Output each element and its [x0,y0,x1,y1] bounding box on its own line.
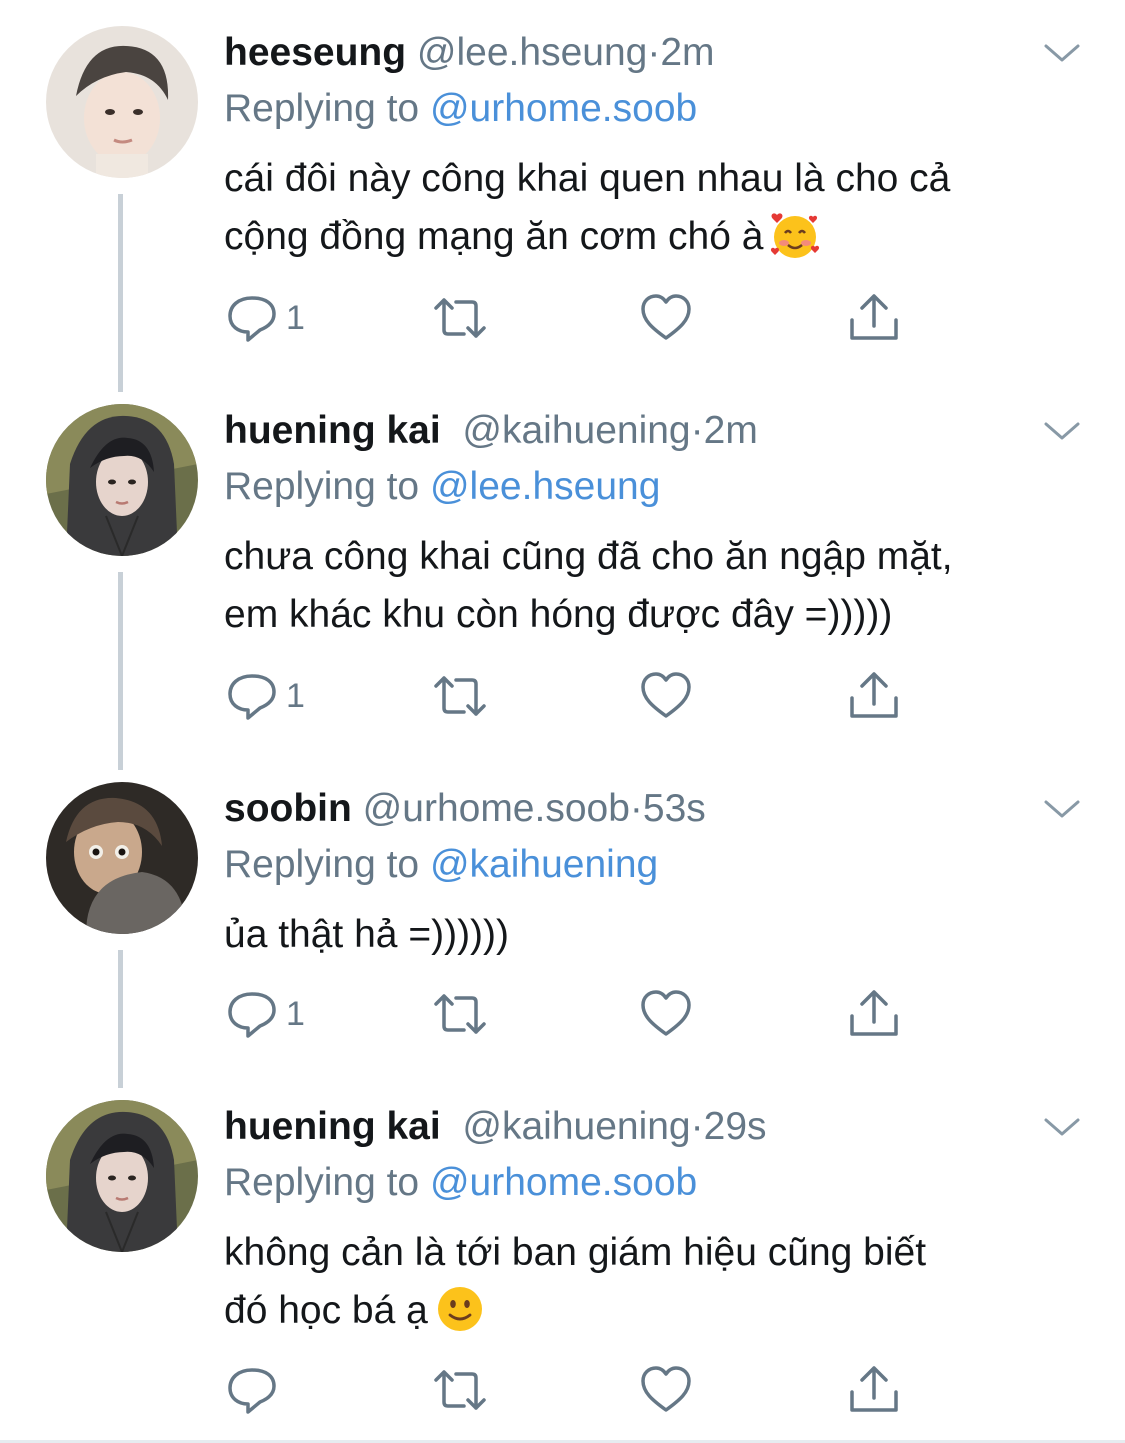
chevron-down-icon[interactable] [1042,420,1082,444]
replying-prefix: Replying to [224,1161,420,1204]
display-name[interactable]: huening kai [224,1105,441,1148]
chevron-down-icon[interactable] [1042,1116,1082,1140]
tweet-actions [224,1362,924,1422]
reply-button[interactable]: 1 [224,668,324,728]
retweet-icon [434,1370,486,1410]
tweet[interactable]: heeseung @lee.hseung·2m Replying to @urh… [0,26,1125,366]
avatar[interactable] [46,404,198,556]
tweet-text-line: cộng đồng mạng ăn cơm chó à [224,215,764,258]
heart-icon [641,1366,691,1412]
avatar[interactable] [46,782,198,934]
reply-count: 1 [286,299,305,337]
display-name[interactable]: soobin [224,787,352,830]
retweet-button[interactable] [430,986,490,1046]
tweet[interactable]: huening kai @kaihuening·29s Replying to … [0,1100,1125,1440]
separator-dot: · [647,31,661,74]
retweet-icon [434,298,486,338]
share-icon [850,294,898,340]
tweet[interactable]: huening kai @kaihuening·2m Replying to @… [0,404,1125,744]
tweet-header: huening kai @kaihuening·2m [224,408,758,454]
tweet-header: soobin @urhome.soob·53s [224,786,706,832]
replying-to: Replying to @kaihuening [224,842,658,888]
user-handle[interactable]: @kaihuening [462,409,690,452]
heart-icon [641,990,691,1036]
timestamp[interactable]: 2m [660,31,714,74]
reply-icon [228,674,276,720]
tweet-header: huening kai @kaihuening·29s [224,1104,767,1150]
retweet-button[interactable] [430,668,490,728]
like-button[interactable] [638,1362,698,1422]
tweet-text: ủa thật hả =)))))) [224,906,1104,964]
tweet-text-line: ủa thật hả =)))))) [224,913,510,956]
reply-icon [228,1368,276,1414]
tweet-text: cái đôi này công khai quen nhau là cho c… [224,150,1104,266]
separator-dot: · [690,409,704,452]
replying-prefix: Replying to [224,465,420,508]
retweet-button[interactable] [430,290,490,350]
tweet-actions: 1 [224,290,924,350]
tweet-actions: 1 [224,986,924,1046]
replying-to: Replying to @urhome.soob [224,86,697,132]
display-name[interactable]: huening kai [224,409,441,452]
timestamp[interactable]: 53s [643,787,706,830]
smiling-face-with-hearts-emoji [771,213,820,258]
avatar[interactable] [46,26,198,178]
user-handle[interactable]: @urhome.soob [363,787,630,830]
tweet-text-line-with-emoji: đó học bá ạ [224,1282,1104,1340]
timestamp[interactable]: 29s [704,1105,767,1148]
tweet-text: không cản là tới ban giám hiệu cũng biết… [224,1224,1104,1340]
tweet-header: heeseung @lee.hseung·2m [224,30,715,76]
reply-icon [228,992,276,1038]
replying-prefix: Replying to [224,87,420,130]
reply-button[interactable]: 1 [224,986,324,1046]
separator-dot: · [690,1105,704,1148]
chevron-down-icon[interactable] [1042,42,1082,66]
replying-prefix: Replying to [224,843,420,886]
reply-count: 1 [286,677,305,715]
share-button[interactable] [846,1362,906,1422]
replying-to-link[interactable]: @urhome.soob [430,87,697,130]
share-button[interactable] [846,986,906,1046]
replying-to: Replying to @lee.hseung [224,464,660,510]
like-button[interactable] [638,986,698,1046]
reply-count: 1 [286,995,305,1033]
tweet-text: chưa công khai cũng đã cho ăn ngập mặt, … [224,528,1104,644]
replying-to-link[interactable]: @kaihuening [430,843,658,886]
share-icon [850,990,898,1036]
timestamp[interactable]: 2m [704,409,758,452]
replying-to: Replying to @urhome.soob [224,1160,697,1206]
reply-button[interactable] [224,1362,324,1422]
reply-icon [228,296,276,342]
share-icon [850,672,898,718]
tweet-actions: 1 [224,668,924,728]
retweet-icon [434,676,486,716]
tweet[interactable]: soobin @urhome.soob·53s Replying to @kai… [0,782,1125,1082]
user-handle[interactable]: @kaihuening [462,1105,690,1148]
separator-dot: · [629,787,643,830]
user-handle[interactable]: @lee.hseung [417,31,647,74]
tweet-text-line: em khác khu còn hóng được đây =))))) [224,593,893,636]
tweet-text-line: cái đôi này công khai quen nhau là cho c… [224,157,951,200]
replying-to-link[interactable]: @lee.hseung [430,465,660,508]
share-button[interactable] [846,290,906,350]
tweet-text-line: chưa công khai cũng đã cho ăn ngập mặt, [224,535,953,578]
heart-icon [641,294,691,340]
tweet-text-line: không cản là tới ban giám hiệu cũng biết [224,1231,927,1274]
retweet-icon [434,994,486,1034]
reply-button[interactable]: 1 [224,290,324,350]
share-icon [850,1366,898,1412]
share-button[interactable] [846,668,906,728]
chevron-down-icon[interactable] [1042,798,1082,822]
display-name[interactable]: heeseung [224,31,406,74]
avatar[interactable] [46,1100,198,1252]
like-button[interactable] [638,668,698,728]
replying-to-link[interactable]: @urhome.soob [430,1161,697,1204]
like-button[interactable] [638,290,698,350]
tweet-text-line: đó học bá ạ [224,1289,428,1332]
retweet-button[interactable] [430,1362,490,1422]
slightly-smiling-face-emoji [437,1286,482,1331]
tweet-text-line-with-emoji: cộng đồng mạng ăn cơm chó à [224,208,1104,266]
heart-icon [641,672,691,718]
